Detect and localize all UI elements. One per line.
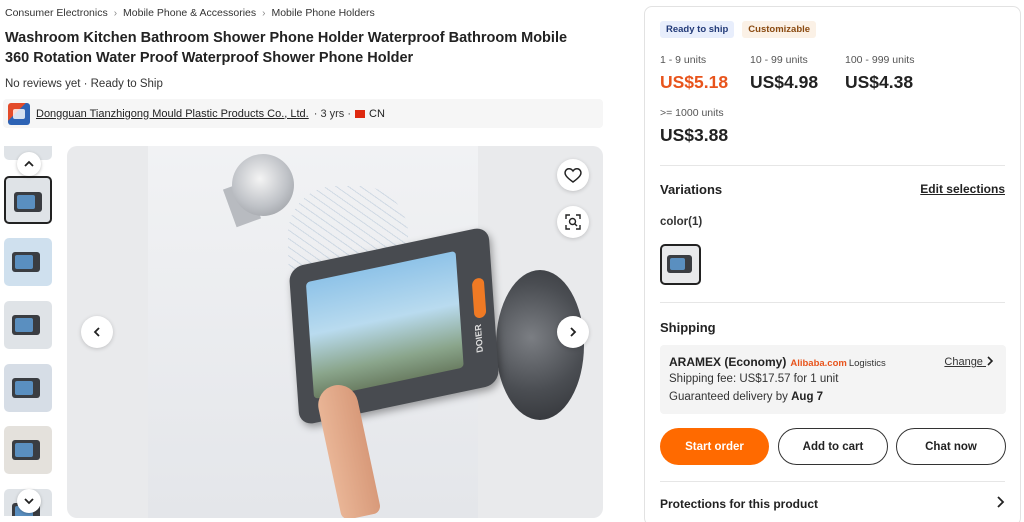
breadcrumb-separator: › xyxy=(113,7,118,19)
chat-now-button[interactable]: Chat now xyxy=(896,428,1006,465)
price-tier-3: 100 - 999 units US$4.38 xyxy=(845,54,914,93)
thumbnail[interactable] xyxy=(4,301,52,349)
thumbnail[interactable] xyxy=(4,364,52,412)
price-tier-4: >= 1000 units US$3.88 xyxy=(660,107,728,146)
chevron-up-icon xyxy=(24,160,34,167)
thumbnails-scroll-up-button[interactable] xyxy=(17,152,41,176)
chevron-down-icon xyxy=(24,498,34,505)
customizable-badge: Customizable xyxy=(742,21,817,38)
breadcrumb: Consumer Electronics › Mobile Phone & Ac… xyxy=(5,7,375,19)
ready-to-ship-badge: Ready to ship xyxy=(660,21,735,38)
shipping-box: ARAMEX (Economy) Alibaba.com Logistics Cha… xyxy=(660,345,1006,414)
image-search-icon xyxy=(565,214,581,230)
tier-price: US$4.38 xyxy=(845,72,914,92)
delivery-prefix: Guaranteed delivery by xyxy=(669,391,788,403)
divider xyxy=(660,302,1005,303)
shipping-carrier: ARAMEX (Economy) Alibaba.com Logistics xyxy=(669,355,886,369)
start-order-button[interactable]: Start order xyxy=(660,428,769,465)
thumbnail[interactable] xyxy=(4,426,52,474)
tier-units: 100 - 999 units xyxy=(845,54,915,66)
supplier-years: · 3 yrs · xyxy=(313,107,351,120)
shipping-title: Shipping xyxy=(660,320,716,335)
edit-selections-link[interactable]: Edit selections xyxy=(920,182,1005,196)
thumbnail-strip xyxy=(4,146,54,516)
tier-price: US$4.98 xyxy=(750,72,819,92)
add-to-cart-button[interactable]: Add to cart xyxy=(778,428,888,465)
product-photo: DOIER xyxy=(148,146,584,518)
shower-head xyxy=(232,154,294,216)
tier-price: US$5.18 xyxy=(660,72,729,92)
chevron-right-icon[interactable] xyxy=(995,495,1005,509)
logistics-brand: Alibaba.com xyxy=(790,358,847,369)
badges: Ready to ship Customizable xyxy=(660,21,817,38)
tier-units: >= 1000 units xyxy=(660,107,724,119)
divider xyxy=(660,165,1005,166)
logistics-word: Logistics xyxy=(848,358,886,369)
favorite-button[interactable] xyxy=(557,159,589,191)
supplier-country: CN xyxy=(369,107,385,120)
change-label: Change xyxy=(944,356,983,368)
color-label: color(1) xyxy=(660,216,703,228)
shipping-fee: Shipping fee: US$17.57 for 1 unit xyxy=(669,373,839,385)
reviews-status: No reviews yet · Ready to Ship xyxy=(5,78,163,90)
protections-title[interactable]: Protections for this product xyxy=(660,497,818,511)
chevron-right-icon xyxy=(987,356,994,366)
tier-units: 1 - 9 units xyxy=(660,54,707,66)
image-search-button[interactable] xyxy=(557,206,589,238)
color-swatch[interactable] xyxy=(660,244,701,285)
change-shipping-link[interactable]: Change xyxy=(944,356,994,368)
breadcrumb-separator: › xyxy=(262,7,266,19)
next-image-button[interactable] xyxy=(557,316,589,348)
breadcrumb-item-consumer-electronics[interactable]: Consumer Electronics xyxy=(5,7,108,19)
price-tier-1: 1 - 9 units US$5.18 xyxy=(660,54,728,93)
tier-units: 10 - 99 units xyxy=(750,54,808,66)
previous-image-button[interactable] xyxy=(81,316,113,348)
thumbnails-scroll-down-button[interactable] xyxy=(17,489,41,513)
divider xyxy=(660,481,1005,482)
supplier-bar: Dongguan Tianzhigong Mould Plastic Produ… xyxy=(3,99,603,128)
delivery-date: Aug 7 xyxy=(791,391,824,403)
purchase-panel: Ready to ship Customizable 1 - 9 units U… xyxy=(644,6,1021,522)
thumbnail[interactable] xyxy=(4,238,52,286)
guaranteed-delivery: Guaranteed delivery by Aug 7 xyxy=(669,391,823,403)
chevron-right-icon xyxy=(570,327,577,337)
main-product-image[interactable]: DOIER xyxy=(67,146,603,518)
tier-price: US$3.88 xyxy=(660,125,729,145)
heart-icon xyxy=(564,168,582,183)
variations-title: Variations xyxy=(660,182,723,197)
breadcrumb-item-mobile-phone-holders[interactable]: Mobile Phone Holders xyxy=(271,7,374,19)
chevron-left-icon xyxy=(93,327,100,337)
breadcrumb-item-mobile-phone-accessories[interactable]: Mobile Phone & Accessories xyxy=(123,7,256,19)
supplier-name-link[interactable]: Dongguan Tianzhigong Mould Plastic Produ… xyxy=(36,108,309,120)
product-title: Washroom Kitchen Bathroom Shower Phone H… xyxy=(5,30,568,66)
price-tier-2: 10 - 99 units US$4.98 xyxy=(750,54,818,93)
image-brand-text: DOIER xyxy=(472,323,485,354)
supplier-logo xyxy=(8,102,30,125)
flag-icon xyxy=(355,109,365,118)
thumbnail-selected[interactable] xyxy=(4,176,52,224)
carrier-name: ARAMEX (Economy) xyxy=(669,355,787,369)
